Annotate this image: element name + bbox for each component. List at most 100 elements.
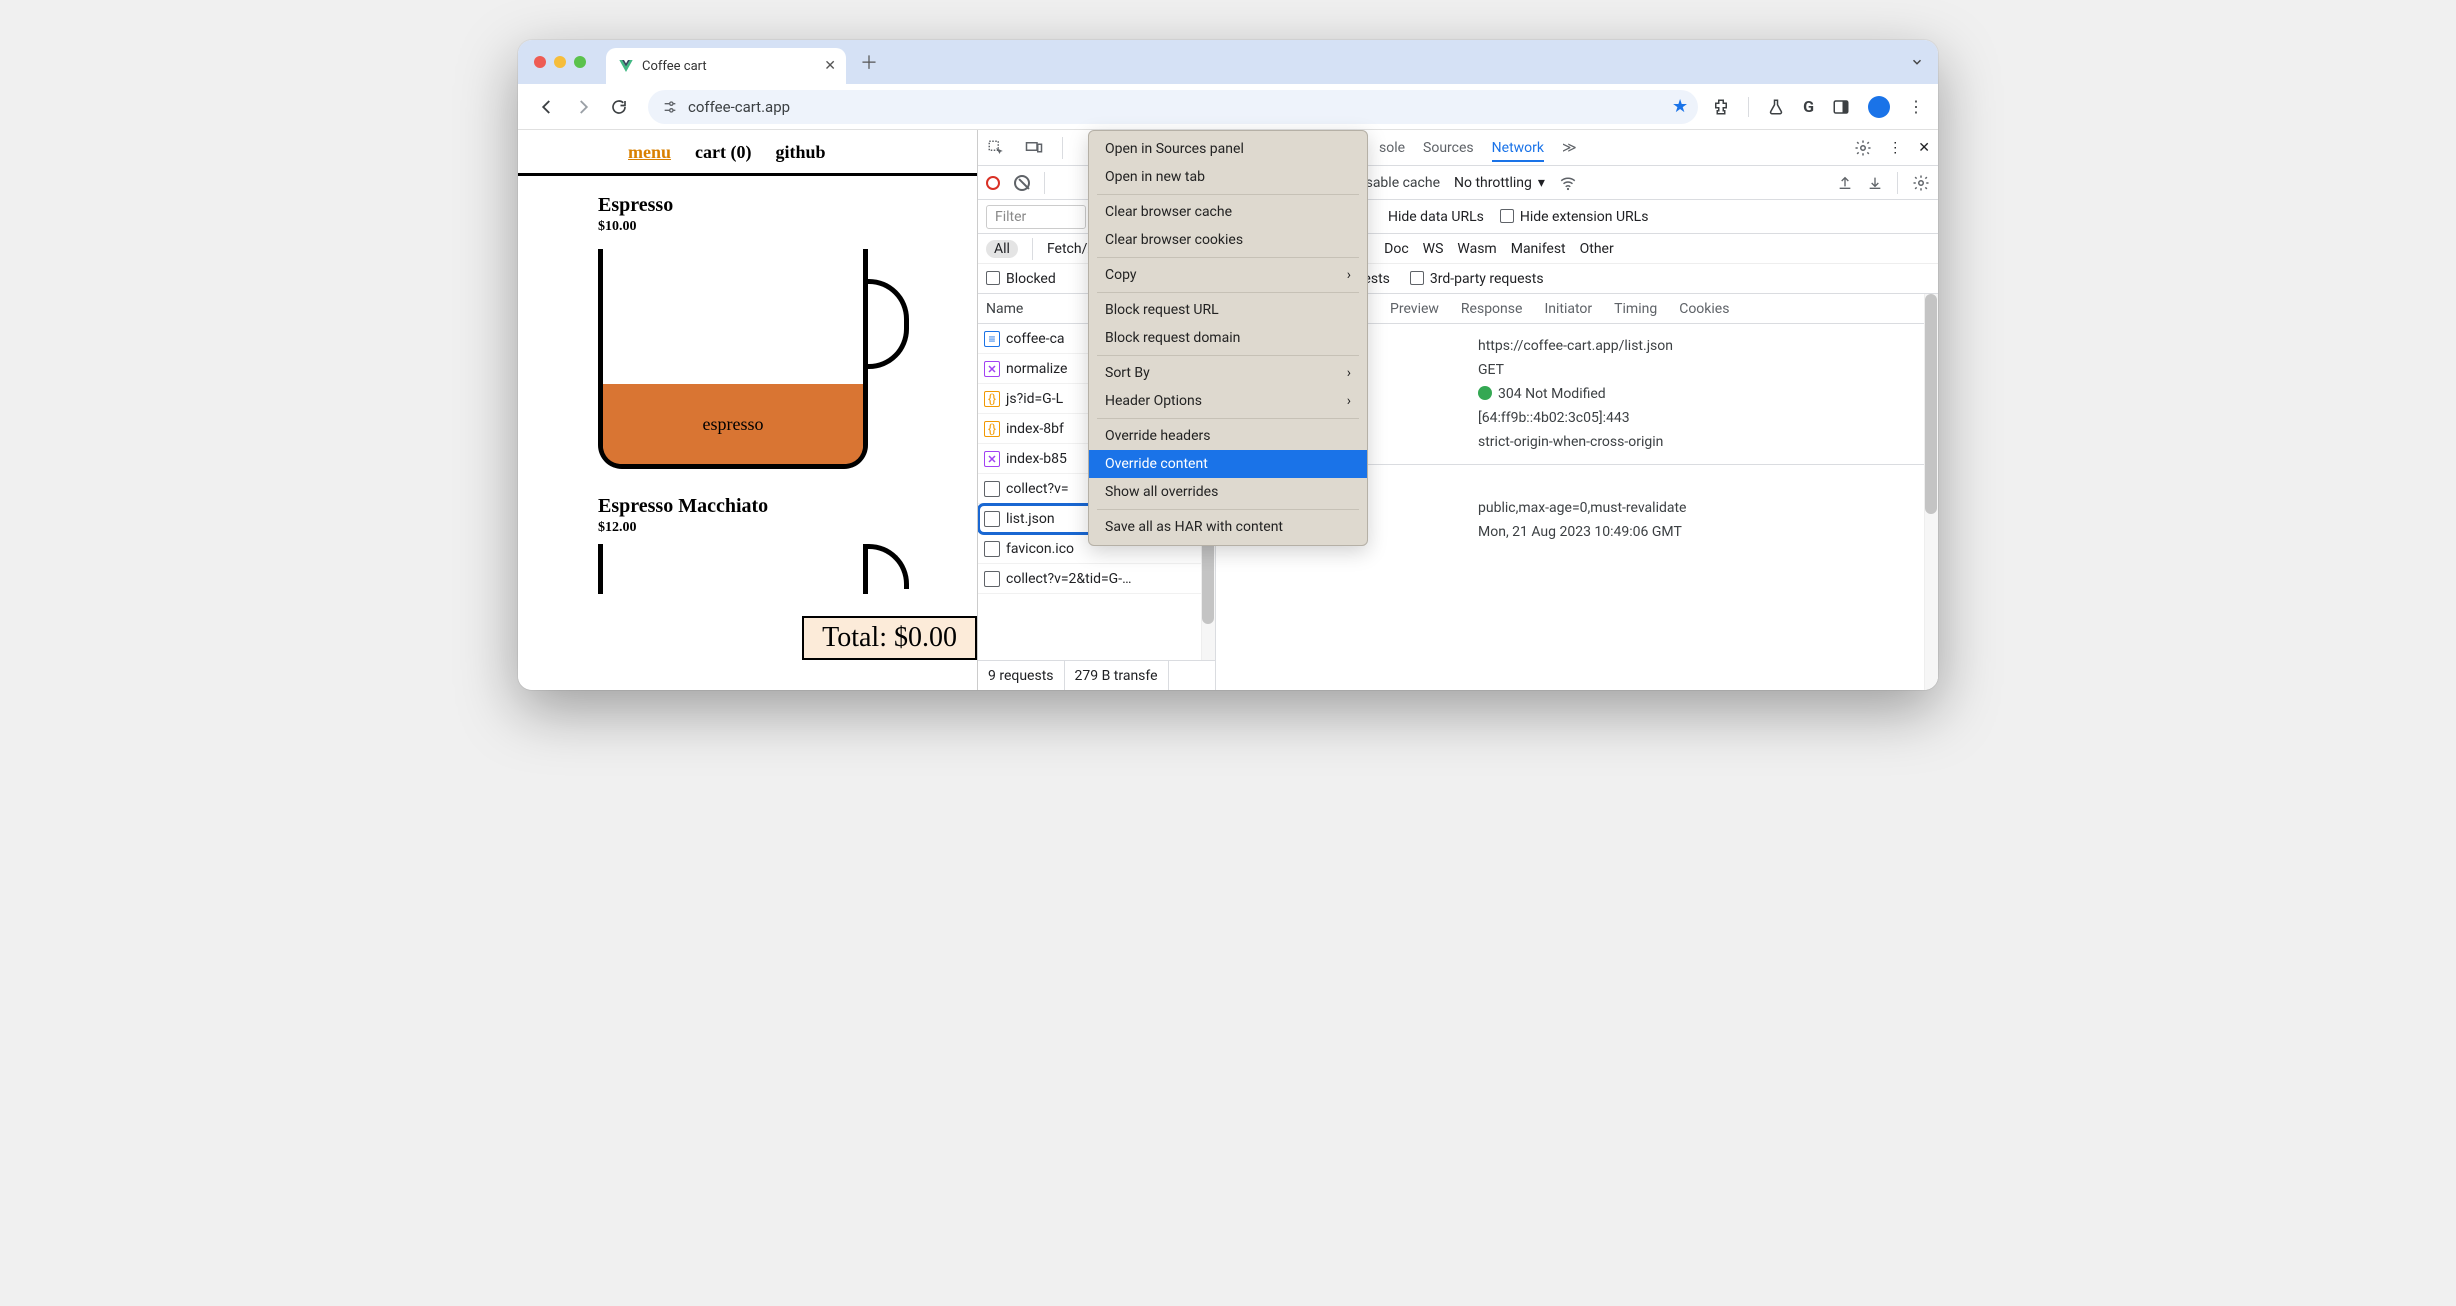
filter-input[interactable]: Filter [986,205,1086,229]
product-macchiato[interactable]: Espresso Macchiato $12.00 [518,469,977,594]
reload-button[interactable] [604,92,634,122]
browser-toolbar: coffee-cart.app ★ G ⋮ [518,84,1938,130]
header-value: public,max-age=0,must-revalidate [1478,500,1686,516]
tab-initiator[interactable]: Initiator [1544,301,1592,317]
window-controls [534,56,586,68]
ctx-override-headers[interactable]: Override headers [1089,422,1367,450]
third-party-checkbox[interactable]: 3rd-party requests [1410,271,1544,287]
cup-icon: espresso [598,249,868,469]
filter-all[interactable]: All [986,240,1018,258]
settings-gear-icon[interactable] [1912,174,1930,192]
ctx-block-domain[interactable]: Block request domain [1089,324,1367,352]
filter-wasm[interactable]: Wasm [1457,241,1496,257]
file-icon [984,511,1000,527]
browser-window: Coffee cart ✕ ＋ coffee-cart.app ★ [518,40,1938,690]
tab-preview[interactable]: Preview [1390,301,1439,317]
toolbar-icons: G ⋮ [1712,96,1924,118]
tab-timing[interactable]: Timing [1614,301,1657,317]
status-dot-icon [1478,386,1492,400]
upload-icon[interactable] [1837,175,1853,191]
tab-cookies[interactable]: Cookies [1679,301,1729,317]
js-icon: {} [984,391,1000,407]
page-nav: menu cart (0) github [518,130,977,176]
nav-cart-link[interactable]: cart (0) [695,142,751,163]
context-menu: Open in Sources panel Open in new tab Cl… [1088,130,1368,546]
filter-manifest[interactable]: Manifest [1511,241,1566,257]
product-name: Espresso Macchiato [598,495,977,518]
ctx-clear-cache[interactable]: Clear browser cache [1089,198,1367,226]
hide-data-urls-partial[interactable]: Hide data URLs [1388,209,1484,225]
nav-menu-link[interactable]: menu [628,142,671,163]
download-icon[interactable] [1867,175,1883,191]
ctx-copy[interactable]: Copy› [1089,261,1367,289]
new-tab-button[interactable]: ＋ [860,49,878,75]
devtools-panel: sole Sources Network ≫ ⋮ ✕ Disable ca [978,130,1938,690]
extensions-icon[interactable] [1712,98,1730,116]
tabs-overflow-icon[interactable]: ≫ [1562,140,1577,156]
ctx-clear-cookies[interactable]: Clear browser cookies [1089,226,1367,254]
filter-doc[interactable]: Doc [1384,241,1409,257]
record-button[interactable] [986,176,1000,190]
google-icon[interactable]: G [1803,97,1814,116]
ctx-open-sources[interactable]: Open in Sources panel [1089,135,1367,163]
bookmark-star-icon[interactable]: ★ [1672,96,1688,117]
address-bar[interactable]: coffee-cart.app ★ [648,90,1698,124]
ctx-block-url[interactable]: Block request URL [1089,296,1367,324]
tab-sources[interactable]: Sources [1423,140,1474,156]
ctx-sort-by[interactable]: Sort By› [1089,359,1367,387]
sidepanel-icon[interactable] [1832,98,1850,116]
header-value: Mon, 21 Aug 2023 10:49:06 GMT [1478,524,1682,540]
url-text: coffee-cart.app [688,98,790,116]
forward-button[interactable] [568,92,598,122]
inspect-icon[interactable] [986,139,1006,157]
labs-icon[interactable] [1767,98,1785,116]
site-settings-icon[interactable] [662,99,678,115]
ctx-open-new-tab[interactable]: Open in new tab [1089,163,1367,191]
device-toggle-icon[interactable] [1024,139,1044,157]
tab-response[interactable]: Response [1461,301,1523,317]
ctx-override-content[interactable]: Override content [1089,450,1367,478]
kebab-menu-icon[interactable]: ⋮ [1908,97,1924,116]
tab-console[interactable]: sole [1379,140,1405,156]
filter-other[interactable]: Other [1580,241,1614,257]
divider [1097,257,1359,258]
nav-github-link[interactable]: github [775,142,825,163]
vue-favicon-icon [618,58,634,74]
request-row[interactable]: collect?v=2&tid=G-… [978,564,1215,594]
blocked-checkbox[interactable]: Blocked [986,271,1056,287]
tab-network[interactable]: Network [1492,140,1544,162]
wifi-icon[interactable] [1559,174,1577,192]
ctx-save-har[interactable]: Save all as HAR with content [1089,513,1367,541]
ctx-header-options[interactable]: Header Options› [1089,387,1367,415]
close-devtools-icon[interactable]: ✕ [1918,140,1930,156]
settings-gear-icon[interactable] [1854,139,1872,157]
summary-count: 9 requests [978,661,1065,690]
scrollbar[interactable] [1924,294,1938,690]
clear-button[interactable] [1014,175,1030,191]
tab-strip: Coffee cart ✕ ＋ [518,40,1938,84]
chevron-down-icon: ▾ [1538,175,1545,191]
minimize-window-button[interactable] [554,56,566,68]
product-espresso[interactable]: Espresso $10.00 espresso [518,176,977,469]
back-button[interactable] [532,92,562,122]
divider [1097,194,1359,195]
maximize-window-button[interactable] [574,56,586,68]
kebab-menu-icon[interactable]: ⋮ [1888,140,1902,156]
hide-ext-urls-checkbox[interactable]: Hide extension URLs [1500,209,1649,225]
css-icon [984,361,1000,377]
cup-icon [598,544,868,594]
profile-avatar[interactable] [1868,96,1890,118]
product-price: $10.00 [598,219,977,235]
ctx-show-overrides[interactable]: Show all overrides [1089,478,1367,506]
remote-address: [64:ff9b::4b02:3c05]:443 [1478,410,1630,426]
throttle-select[interactable]: No throttling ▾ [1454,175,1545,191]
divider [1097,418,1359,419]
close-tab-button[interactable]: ✕ [824,58,836,74]
close-window-button[interactable] [534,56,546,68]
file-icon [984,571,1000,587]
tabs-menu-button[interactable] [1910,55,1924,69]
cart-total[interactable]: Total: $0.00 [802,616,977,660]
chevron-right-icon: › [1347,267,1351,283]
browser-tab[interactable]: Coffee cart ✕ [606,48,846,84]
filter-ws[interactable]: WS [1423,241,1444,257]
